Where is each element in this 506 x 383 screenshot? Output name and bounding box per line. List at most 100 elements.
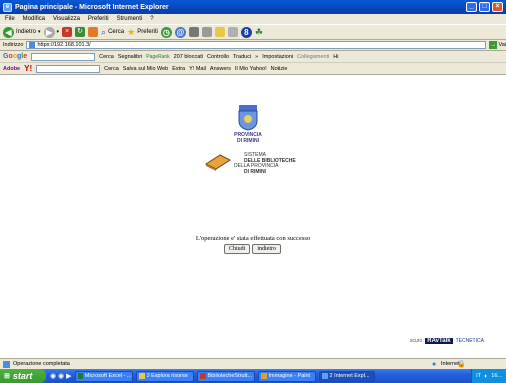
- quicklaunch-icon[interactable]: ◉ ◉ ▶: [50, 372, 72, 380]
- excel-icon: [77, 373, 83, 379]
- task-biblioteche[interactable]: BibliotecheStrutt...: [196, 370, 255, 382]
- footer-logos: scuro RAvTalk TECNETICA: [410, 338, 484, 344]
- clock[interactable]: 16...: [491, 373, 502, 379]
- system-tray: IT ◐ 16...: [471, 369, 506, 383]
- discuss-icon[interactable]: [227, 27, 238, 37]
- task-explorer[interactable]: 3 Esplora risorse: [135, 370, 194, 382]
- tecnetica-logo: TECNETICA: [455, 338, 484, 344]
- pagerank-indicator: PageRank: [146, 53, 170, 60]
- standard-toolbar: ◀ Indietro ▾ ▶ ▾ × ↻ ⌕ Cerca ★ Preferiti ◷ @ …: [0, 24, 506, 40]
- menu-file[interactable]: File: [5, 16, 15, 22]
- page-icon: [29, 42, 36, 48]
- menu-help[interactable]: ?: [150, 16, 153, 22]
- extra-button[interactable]: Extra: [172, 66, 185, 72]
- library-system-name: SISTEMA DELLE BIBLIOTECHE DELLA PROVINCI…: [234, 152, 296, 175]
- forward-button[interactable]: ▶ ▾: [43, 26, 59, 38]
- document-icon: [199, 373, 206, 379]
- close-window-button[interactable]: ×: [492, 2, 503, 12]
- paint-icon: [260, 373, 267, 379]
- close-button[interactable]: Chiudi: [224, 244, 251, 254]
- forward-arrow-icon: ▶: [43, 26, 55, 38]
- stop-icon[interactable]: ×: [62, 27, 73, 37]
- save-web-button[interactable]: Salva sul Mio Web: [123, 66, 168, 72]
- folder-icon: [138, 373, 145, 379]
- yahoo-logo[interactable]: Y!: [24, 64, 32, 73]
- google-search-input[interactable]: [31, 52, 96, 61]
- print-icon[interactable]: [188, 27, 199, 37]
- start-button[interactable]: ⊞ start: [0, 369, 46, 383]
- people-icon[interactable]: ☘: [255, 27, 263, 38]
- messenger-icon[interactable]: 8: [240, 26, 252, 38]
- globe-icon: ●: [432, 360, 437, 368]
- success-message: L'operazione e' stata effettuata con suc…: [195, 235, 311, 242]
- menu-strumenti[interactable]: Strumenti: [117, 16, 143, 22]
- maximize-button[interactable]: □: [479, 2, 490, 12]
- google-search-button[interactable]: Cerca: [99, 54, 114, 60]
- yahoo-toolbar: Adobe Y! Cerca Salva sul Mio Web Extra Y…: [0, 63, 506, 75]
- window-title: Pagina principale - Microsoft Internet E…: [15, 3, 169, 11]
- footer-scuro: scuro: [410, 338, 423, 344]
- task-excel[interactable]: Microsoft Excel - ...: [74, 370, 133, 382]
- bookmarks-button[interactable]: Segnalibri: [118, 54, 142, 60]
- popup-blocked-button[interactable]: 207 bloccati: [174, 54, 203, 60]
- star-icon: ★: [127, 26, 136, 37]
- more-chevron[interactable]: »: [255, 54, 258, 60]
- home-icon[interactable]: [88, 27, 99, 37]
- spellcheck-button[interactable]: Controllo: [207, 54, 229, 60]
- settings-button[interactable]: Impostazioni: [262, 54, 293, 60]
- menu-visualizza[interactable]: Visualizza: [53, 16, 80, 22]
- address-label: Indirizzo: [3, 42, 24, 48]
- minimize-button[interactable]: _: [466, 2, 477, 12]
- favorites-button[interactable]: ★ Preferiti: [127, 27, 158, 38]
- network-icon[interactable]: ◐: [484, 373, 488, 380]
- action-buttons: Chiudi indietro: [224, 244, 282, 254]
- book-icon: [204, 153, 232, 171]
- back-page-button[interactable]: indietro: [252, 244, 282, 254]
- province-crest-icon: [236, 103, 260, 131]
- back-arrow-icon: ◀: [3, 26, 14, 38]
- province-name: PROVINCIA DI RIMINI: [234, 132, 262, 144]
- mail-icon[interactable]: @: [174, 26, 186, 38]
- address-url: https://192.168.101.3/: [37, 42, 91, 48]
- adobe-logo: Adobe: [3, 65, 21, 72]
- task-internet-explorer[interactable]: 2 Internet Expl...: [318, 370, 375, 382]
- google-toolbar: Google Cerca Segnalibri PageRank 207 blo…: [0, 51, 506, 63]
- status-bar: Operazione completata 🔒 ● Internet: [0, 358, 506, 369]
- yahoo-mail-button[interactable]: Y! Mail: [189, 66, 206, 72]
- translate-button[interactable]: Traduci: [233, 54, 251, 60]
- language-indicator[interactable]: IT: [476, 373, 481, 379]
- yahoo-search-input[interactable]: [36, 64, 101, 73]
- google-logo: Google: [3, 53, 28, 60]
- answers-button[interactable]: Answers: [210, 66, 231, 72]
- menu-bar: File Modifica Visualizza Preferiti Strum…: [0, 14, 506, 24]
- my-yahoo-button[interactable]: Il Mio Yahoo!: [235, 66, 267, 72]
- links-item[interactable]: Hi: [333, 54, 338, 60]
- status-text: Operazione completata: [13, 361, 70, 367]
- menu-preferiti[interactable]: Preferiti: [88, 16, 109, 22]
- news-button[interactable]: Notizie: [271, 66, 288, 72]
- ie-icon: [321, 373, 328, 379]
- windows-logo-icon: ⊞: [4, 373, 10, 380]
- ie-icon: e: [3, 2, 12, 12]
- links-label: Collegamenti: [297, 53, 330, 60]
- page-status-icon: [3, 360, 10, 368]
- yahoo-search-button[interactable]: Cerca: [104, 66, 119, 72]
- task-paint[interactable]: Immagine - Paint: [257, 370, 316, 382]
- page-content: PROVINCIA DI RIMINI SISTEMA DELLE BIBLIO…: [0, 75, 506, 358]
- folder-icon[interactable]: [214, 27, 225, 37]
- go-label[interactable]: Vai: [498, 42, 506, 48]
- search-icon: ⌕: [101, 26, 107, 37]
- taskbar: ⊞ start ◉ ◉ ▶ Microsoft Excel - ... 3 Es…: [0, 369, 506, 383]
- zone-text: Internet: [441, 361, 460, 367]
- refresh-icon[interactable]: ↻: [75, 27, 86, 37]
- go-button[interactable]: →: [488, 41, 498, 49]
- edit-icon[interactable]: [201, 27, 212, 37]
- address-bar: Indirizzo https://192.168.101.3/ → Vai: [0, 40, 506, 51]
- menu-modifica[interactable]: Modifica: [23, 16, 45, 22]
- search-button[interactable]: ⌕ Cerca: [101, 27, 124, 38]
- history-icon[interactable]: ◷: [160, 26, 172, 38]
- address-input[interactable]: https://192.168.101.3/: [26, 41, 486, 49]
- title-bar[interactable]: e Pagina principale - Microsoft Internet…: [0, 0, 506, 14]
- back-button[interactable]: ◀ Indietro ▾: [3, 26, 41, 38]
- ravtalk-logo: RAvTalk: [425, 338, 453, 344]
